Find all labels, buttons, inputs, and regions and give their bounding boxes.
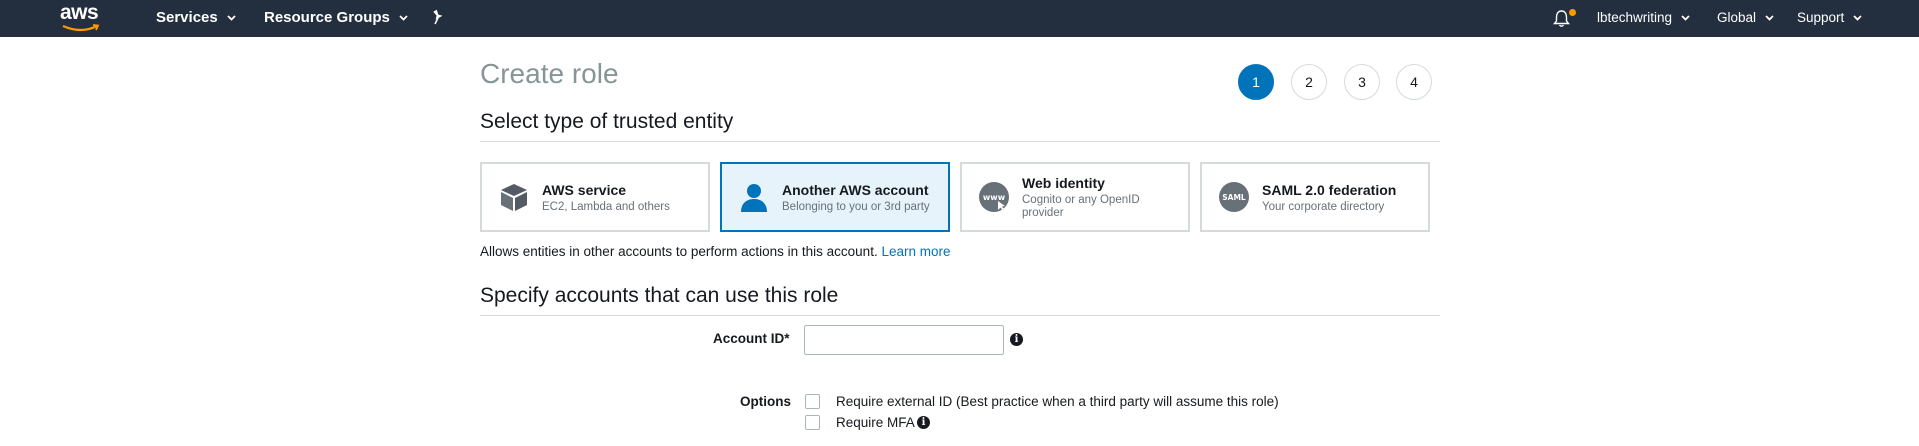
tile-subtitle: Cognito or any OpenID provider <box>1022 194 1140 219</box>
account-id-input[interactable] <box>804 325 1004 355</box>
wizard-step-1[interactable]: 1 <box>1238 64 1274 100</box>
account-id-label: Account ID* <box>713 331 790 346</box>
wizard-step-3[interactable]: 3 <box>1344 64 1380 100</box>
account-menu-label: lbtechwriting <box>1597 10 1673 25</box>
require-mfa-label: Require MFA <box>836 415 915 430</box>
services-menu-label: Services <box>156 9 218 26</box>
aws-logo-text: aws <box>60 1 99 24</box>
pin-icon[interactable] <box>430 8 446 26</box>
require-external-id-label: Require external ID (Best practice when … <box>836 394 1279 409</box>
support-menu[interactable]: Support <box>1797 10 1862 25</box>
section-divider <box>480 141 1440 142</box>
region-menu-label: Global <box>1717 10 1757 25</box>
section-divider <box>480 315 1440 316</box>
region-menu[interactable]: Global <box>1717 10 1774 25</box>
chevron-down-icon <box>1681 15 1690 21</box>
page-title: Create role <box>480 58 619 89</box>
cube-icon <box>501 184 527 211</box>
tile-subtitle: Your corporate directory <box>1262 201 1385 213</box>
tile-saml-federation[interactable]: SAML SAML 2.0 federation Your corporate … <box>1200 162 1430 232</box>
tile-title: Another AWS account <box>782 182 929 198</box>
tile-title: SAML 2.0 federation <box>1262 182 1397 198</box>
chevron-down-icon <box>227 15 236 21</box>
tile-subtitle: Belonging to you or 3rd party <box>782 201 930 213</box>
aws-smile-icon <box>62 24 100 32</box>
notification-badge <box>1569 9 1576 16</box>
accounts-heading: Specify accounts that can use this role <box>480 284 839 307</box>
user-icon <box>741 184 767 212</box>
tile-aws-service[interactable]: AWS service EC2, Lambda and others <box>480 162 710 232</box>
require-mfa-checkbox[interactable] <box>805 415 820 430</box>
www-icon: www <box>979 182 1009 212</box>
entity-description: Allows entities in other accounts to per… <box>480 244 951 259</box>
chevron-down-icon <box>1853 15 1862 21</box>
info-icon[interactable]: i <box>1010 333 1023 346</box>
wizard-step-2[interactable]: 2 <box>1291 64 1327 100</box>
support-menu-label: Support <box>1797 10 1845 25</box>
tile-another-aws-account[interactable]: Another AWS account Belonging to you or … <box>720 162 950 232</box>
services-menu[interactable]: Services <box>156 9 236 26</box>
tile-subtitle: EC2, Lambda and others <box>542 201 670 213</box>
tile-web-identity[interactable]: www Web identity Cognito or any OpenID p… <box>960 162 1190 232</box>
entity-description-text: Allows entities in other accounts to per… <box>480 244 878 259</box>
saml-icon: SAML <box>1219 182 1249 212</box>
chevron-down-icon <box>1765 15 1774 21</box>
options-label: Options <box>740 394 791 409</box>
chevron-down-icon <box>399 15 408 21</box>
top-navigation-bar: aws Services Resource Groups lbtechwriti… <box>0 0 1919 37</box>
resource-groups-menu-label: Resource Groups <box>264 9 390 26</box>
trusted-entity-heading: Select type of trusted entity <box>480 110 734 133</box>
require-external-id-checkbox[interactable] <box>805 394 820 409</box>
resource-groups-menu[interactable]: Resource Groups <box>264 9 408 26</box>
account-menu[interactable]: lbtechwriting <box>1597 10 1690 25</box>
tile-title: Web identity <box>1022 175 1105 191</box>
tile-title: AWS service <box>542 182 627 198</box>
learn-more-link[interactable]: Learn more <box>881 244 950 259</box>
aws-logo[interactable]: aws <box>60 1 102 33</box>
notifications-bell-icon[interactable] <box>1553 9 1570 28</box>
svg-text:www: www <box>983 193 1006 202</box>
wizard-step-4[interactable]: 4 <box>1396 64 1432 100</box>
info-icon[interactable]: i <box>917 416 930 429</box>
svg-text:SAML: SAML <box>1222 193 1246 202</box>
